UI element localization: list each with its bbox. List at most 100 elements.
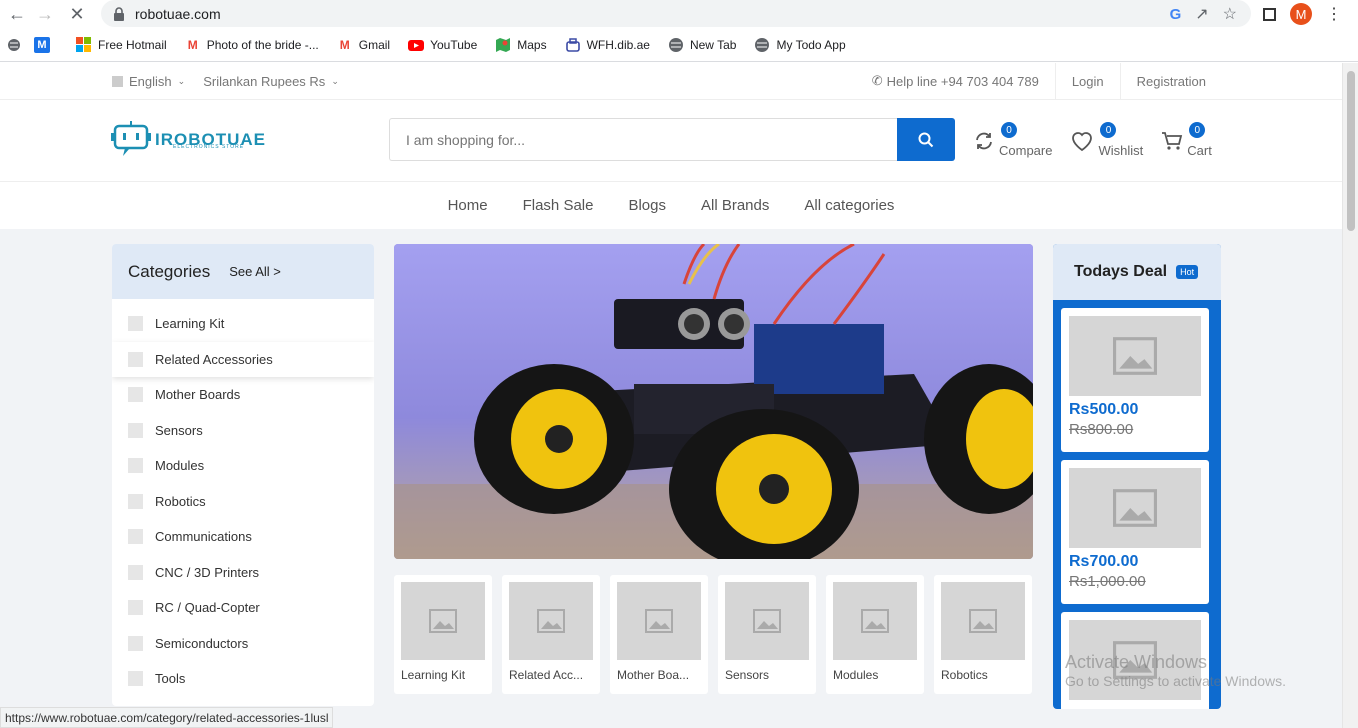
category-image-icon [128,635,143,651]
browser-toolbar: ← → ✕ robotuae.com G ↗ ☆ M ⋮ [0,0,1358,28]
todays-deal-panel: Todays Deal Hot Rs500.00 Rs800.00 Rs700.… [1053,244,1221,709]
windows-icon [76,36,91,52]
image-placeholder-icon [941,582,1025,660]
thumb-learning-kit[interactable]: Learning Kit [394,575,492,694]
nav-all-brands[interactable]: All Brands [701,197,769,214]
search-icon [918,132,934,147]
star-icon[interactable]: ☆ [1223,4,1237,24]
category-sensors[interactable]: Sensors [112,413,374,449]
site-header: IROBOTUAE ELECTRONICS STORE 0 Compare 0 … [0,100,1342,182]
thumb-mother-boards[interactable]: Mother Boa... [610,575,708,694]
profile-avatar[interactable]: M [1290,3,1312,25]
cart-button[interactable]: 0 Cart [1161,122,1212,158]
category-learning-kit[interactable]: Learning Kit [112,306,374,342]
bookmark-maps[interactable]: Maps [495,37,547,53]
categories-title: Categories [128,261,211,281]
cart-count-badge: 0 [1189,122,1206,138]
helpline[interactable]: ✆ Help line +94 703 404 789 [856,63,1055,100]
image-placeholder-icon [401,582,485,660]
deal-card[interactable]: Rs500.00 Rs800.00 [1061,308,1209,452]
deal-price: Rs500.00 [1069,401,1139,418]
bookmark-youtube[interactable]: YouTube [408,37,477,53]
scrollbar-thumb[interactable] [1347,71,1355,231]
category-image-icon [128,600,143,616]
category-semiconductors[interactable]: Semiconductors [112,626,374,662]
image-placeholder-icon [725,582,809,660]
deal-old-price: Rs1,000.00 [1069,573,1146,590]
status-bar-url: https://www.robotuae.com/category/relate… [0,707,334,728]
deal-old-price: Rs800.00 [1069,421,1134,438]
image-placeholder-icon [1069,468,1201,548]
todays-deal-title: Todays Deal [1074,263,1168,280]
category-rc-quad-copter[interactable]: RC / Quad-Copter [112,590,374,626]
category-mother-boards[interactable]: Mother Boards [112,377,374,413]
main-navigation: Home Flash Sale Blogs All Brands All cat… [0,182,1342,229]
category-cnc-3d-printers[interactable]: CNC / 3D Printers [112,555,374,591]
see-all-link[interactable]: See All > [229,264,281,279]
page-scrollbar[interactable] [1342,63,1358,728]
bookmark-photo-of-bride[interactable]: M Photo of the bride -... [185,37,319,53]
share-icon[interactable]: ↗ [1195,4,1208,24]
google-icon[interactable]: G [1170,6,1182,23]
gmail-icon: M [339,37,350,52]
category-image-icon [128,351,143,367]
category-image-icon [128,387,143,403]
wishlist-count-badge: 0 [1100,122,1117,138]
category-tools[interactable]: Tools [112,661,374,697]
bookmark-gmail[interactable]: M Gmail [337,37,390,53]
deal-card[interactable]: Rs700.00 Rs1,000.00 [1061,460,1209,604]
category-modules[interactable]: Modules [112,448,374,484]
category-image-icon [128,529,143,545]
image-placeholder-icon [833,582,917,660]
globe-icon [755,37,770,52]
chevron-down-icon: ⌄ [331,75,339,86]
category-communications[interactable]: Communications [112,519,374,555]
lock-icon [114,6,124,21]
nav-blogs[interactable]: Blogs [628,197,666,214]
forward-icon[interactable]: → [34,3,56,25]
stop-icon[interactable]: ✕ [66,3,88,25]
image-placeholder-icon [617,582,701,660]
menu-icon[interactable]: ⋮ [1326,4,1342,24]
thumb-sensors[interactable]: Sensors [718,575,816,694]
nav-flash-sale[interactable]: Flash Sale [523,197,594,214]
image-placeholder-icon [1069,316,1201,396]
nav-all-categories[interactable]: All categories [804,197,894,214]
hero-banner[interactable] [394,244,1033,559]
category-image-icon [128,564,143,580]
nav-home[interactable]: Home [448,197,488,214]
compare-button[interactable]: 0 Compare [973,122,1052,158]
thumb-related-accessories[interactable]: Related Acc... [502,575,600,694]
globe-icon [668,37,683,52]
thumb-modules[interactable]: Modules [826,575,924,694]
category-thumbnails: Learning Kit Related Acc... Mother Boa..… [394,575,1033,694]
thumb-robotics[interactable]: Robotics [934,575,1032,694]
category-related-accessories[interactable]: Related Accessories [112,342,374,378]
categories-panel: Categories See All > Learning Kit Relate… [112,244,374,706]
wishlist-button[interactable]: 0 Wishlist [1070,122,1143,158]
search-button[interactable] [897,118,955,161]
back-icon[interactable]: ← [6,3,28,25]
currency-select[interactable]: Srilankan Rupees Rs ⌄ [203,74,339,89]
bookmark-my-todo-app[interactable]: My Todo App [754,37,846,53]
registration-link[interactable]: Registration [1119,63,1222,100]
sidepanel-icon[interactable] [1263,7,1276,21]
globe-icon[interactable] [6,37,22,53]
hot-badge: Hot [1176,265,1199,279]
robot-car-image [394,244,1033,559]
bookmark-free-hotmail[interactable]: Free Hotmail [76,36,167,53]
site-logo[interactable]: IROBOTUAE ELECTRONICS STORE [111,120,266,160]
deal-price: Rs700.00 [1069,553,1139,570]
m-app-icon[interactable]: M [34,36,50,53]
search-input[interactable] [389,118,897,161]
top-bar: English ⌄ Srilankan Rupees Rs ⌄ ✆ Help l… [0,63,1342,100]
bookmark-wfh[interactable]: WFH.dib.ae [565,37,650,53]
compare-icon [976,132,992,150]
login-link[interactable]: Login [1054,63,1120,100]
category-robotics[interactable]: Robotics [112,484,374,520]
address-bar[interactable]: robotuae.com G ↗ ☆ [101,0,1251,27]
bookmark-new-tab[interactable]: New Tab [668,37,736,53]
robot-logo-icon [111,121,151,156]
language-select[interactable]: English ⌄ [112,74,185,89]
compare-count-badge: 0 [1001,122,1017,138]
